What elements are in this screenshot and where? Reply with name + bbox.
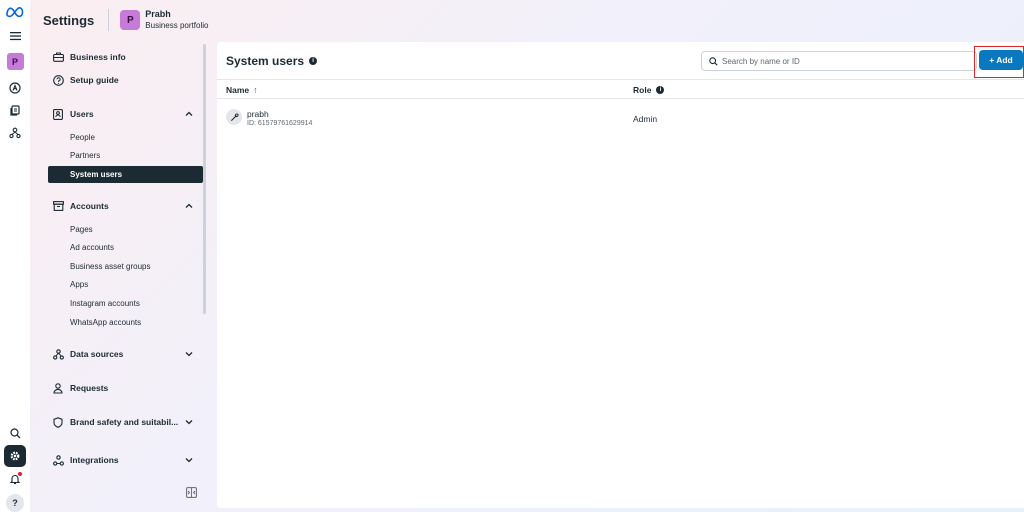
- panel-title: System users i: [226, 54, 318, 68]
- sidebar-item-instagram-accounts[interactable]: Instagram accounts: [48, 295, 203, 312]
- notifications-icon[interactable]: [5, 469, 25, 489]
- page-header: Settings P Prabh Business portfolio: [30, 0, 1024, 40]
- system-users-panel: System users i + Add Name ↑ Role i prabh…: [217, 42, 1024, 508]
- sort-ascending-icon[interactable]: ↑: [253, 85, 258, 95]
- search-icon: [709, 56, 718, 66]
- help-icon[interactable]: ?: [6, 494, 24, 512]
- sidebar-item-whatsapp-accounts[interactable]: WhatsApp accounts: [48, 314, 203, 331]
- panel-title-text: System users: [226, 54, 305, 68]
- sidebar-item-system-users[interactable]: System users: [48, 166, 203, 183]
- sidebar-section-accounts[interactable]: Accounts: [48, 197, 204, 215]
- briefcase-icon: [52, 51, 64, 63]
- sidebar-scrollbar[interactable]: [203, 44, 206, 314]
- system-user-icon: [226, 109, 242, 125]
- sidebar-section-users[interactable]: Users: [48, 105, 204, 123]
- info-icon[interactable]: i: [656, 86, 665, 94]
- users-badge-icon: [52, 108, 64, 120]
- chevron-down-icon[interactable]: [184, 455, 194, 465]
- page-title: Settings: [43, 12, 95, 28]
- sidebar-item-apps[interactable]: Apps: [48, 276, 203, 293]
- sidebar-section-data-sources[interactable]: Data sources: [48, 345, 204, 363]
- sidebar-item-requests[interactable]: Requests: [48, 379, 204, 397]
- header-divider: [108, 9, 110, 31]
- info-icon[interactable]: i: [309, 57, 318, 65]
- user-name: prabh: [247, 109, 269, 119]
- ads-icon[interactable]: [5, 78, 25, 98]
- people-network-icon[interactable]: [5, 123, 25, 143]
- notification-badge: [18, 471, 22, 476]
- sidebar-section-label: Brand safety and suitabil...: [70, 417, 179, 427]
- portfolio-switcher[interactable]: Prabh Business portfolio: [145, 9, 208, 31]
- sidebar-item-pages[interactable]: Pages: [48, 221, 203, 238]
- portfolio-name: Prabh: [145, 9, 171, 19]
- menu-icon[interactable]: [5, 27, 25, 47]
- column-header-role: Role i: [633, 85, 665, 95]
- left-rail: P ?: [0, 0, 30, 512]
- add-system-user-button[interactable]: + Add: [979, 50, 1023, 70]
- shield-icon: [52, 416, 64, 428]
- sidebar-item-business-info[interactable]: Business info: [48, 48, 204, 66]
- chevron-down-icon[interactable]: [184, 417, 194, 427]
- portfolio-subtitle: Business portfolio: [145, 21, 209, 30]
- meta-logo-icon[interactable]: [5, 5, 25, 19]
- sidebar-section-label: Users: [70, 109, 94, 119]
- column-header-name[interactable]: Name ↑: [226, 85, 258, 95]
- search-box[interactable]: [701, 51, 977, 71]
- search-icon[interactable]: [5, 424, 25, 444]
- sidebar-item-ad-accounts[interactable]: Ad accounts: [48, 239, 203, 256]
- search-input[interactable]: [722, 56, 962, 66]
- chevron-up-icon[interactable]: [184, 201, 194, 211]
- table-row[interactable]: prabh ID: 61579761629914 Admin: [217, 100, 1024, 136]
- person-request-icon: [52, 382, 64, 394]
- sidebar-section-integrations[interactable]: Integrations: [48, 451, 204, 469]
- sidebar-item-business-asset-groups[interactable]: Business asset groups: [48, 258, 203, 275]
- sidebar-item-label: Requests: [70, 383, 109, 393]
- sidebar-item-setup-guide[interactable]: Setup guide: [48, 71, 204, 89]
- settings-sidebar: Business info Setup guide Users People P…: [44, 44, 205, 506]
- data-sources-icon: [52, 348, 64, 360]
- sidebar-section-label: Data sources: [70, 349, 124, 359]
- sidebar-item-partners[interactable]: Partners: [48, 147, 203, 164]
- portfolio-avatar-large[interactable]: P: [120, 10, 141, 30]
- sidebar-item-label: Setup guide: [70, 75, 119, 85]
- sidebar-item-label: Business info: [70, 52, 126, 62]
- archive-icon: [52, 200, 64, 212]
- user-role: Admin: [633, 114, 658, 124]
- sidebar-item-people[interactable]: People: [48, 129, 203, 146]
- collapse-sidebar-icon[interactable]: [186, 487, 197, 498]
- chevron-down-icon[interactable]: [184, 349, 194, 359]
- integrations-icon: [52, 454, 64, 466]
- sidebar-section-label: Integrations: [70, 455, 119, 465]
- sidebar-section-label: Accounts: [70, 201, 109, 211]
- settings-icon[interactable]: [4, 445, 26, 467]
- user-id: ID: 61579761629914: [247, 120, 313, 127]
- pages-icon[interactable]: [5, 101, 25, 121]
- portfolio-avatar[interactable]: P: [6, 53, 24, 70]
- sidebar-section-brand-safety[interactable]: Brand safety and suitabil...: [48, 413, 204, 431]
- column-label: Name: [226, 85, 250, 95]
- column-label: Role: [633, 85, 652, 95]
- table-header: Name ↑ Role i: [217, 79, 1024, 99]
- chevron-up-icon[interactable]: [184, 109, 194, 119]
- question-circle-icon: [52, 74, 64, 86]
